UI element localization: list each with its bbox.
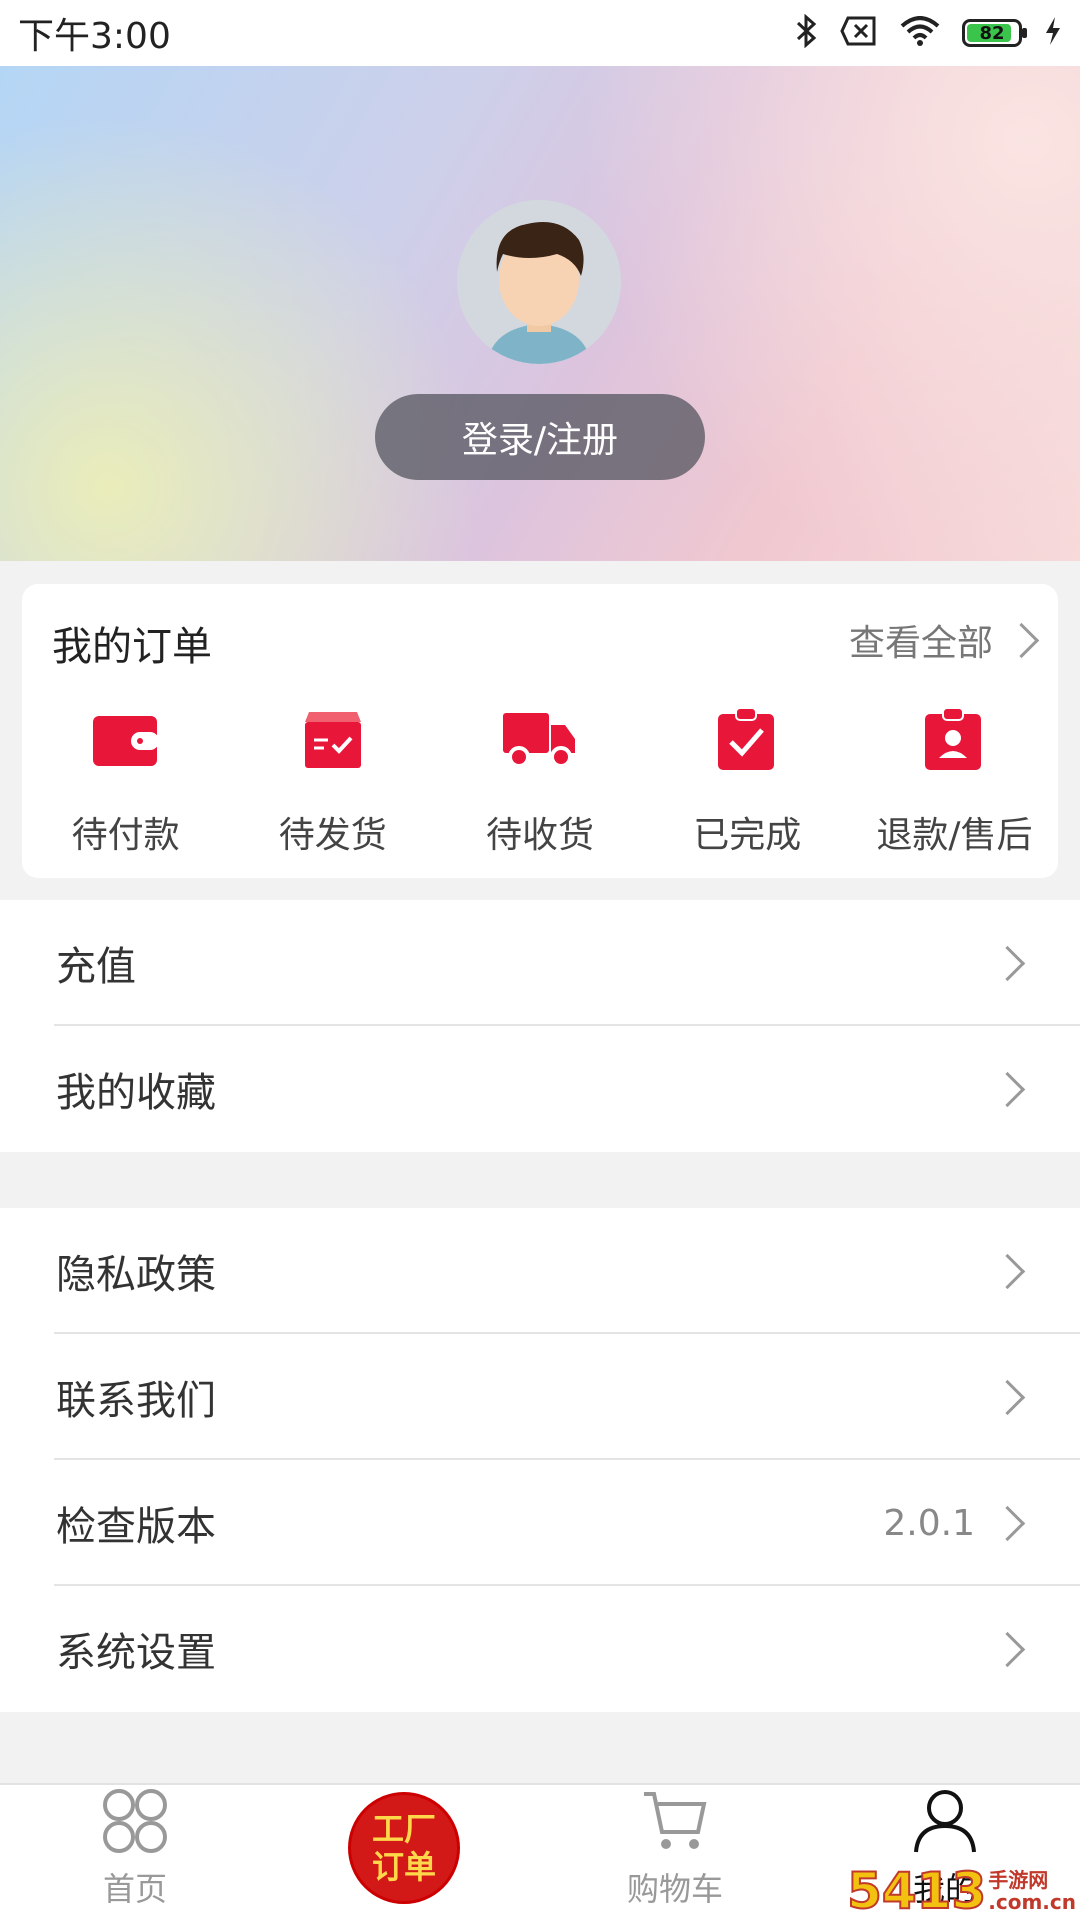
menu-item-label: 联系我们 xyxy=(56,1378,216,1424)
chevron-right-icon xyxy=(989,1379,1026,1415)
menu-group-settings: 隐私政策 联系我们 检查版本 2.0.1 系统设置 xyxy=(0,1208,1080,1712)
tab-home-label: 首页 xyxy=(102,1870,167,1908)
order-status-label: 待收货 xyxy=(486,815,595,856)
menu-group-account: 充值 我的收藏 xyxy=(0,900,1080,1152)
order-status-list: 待付款 待发货 待收货 已完成 退款/售后 xyxy=(22,702,1058,858)
status-icons: 82 xyxy=(794,13,1062,52)
menu-item-label: 检查版本 xyxy=(56,1504,216,1550)
factory-orders-label-line1: 工厂 xyxy=(371,1810,436,1848)
completed-clipboard-icon xyxy=(709,702,785,778)
battery-level: 82 xyxy=(979,22,1005,44)
view-all-orders-link[interactable]: 查看全部 xyxy=(848,614,1040,666)
factory-orders-label-line2: 订单 xyxy=(371,1848,436,1886)
sim-off-icon xyxy=(840,16,878,50)
menu-item-system-settings[interactable]: 系统设置 xyxy=(0,1586,1080,1712)
orders-title: 我的订单 xyxy=(52,624,212,670)
wifi-icon xyxy=(900,16,940,50)
factory-orders-button[interactable]: 工厂 订单 xyxy=(348,1792,460,1904)
profile-header: 登录/注册 xyxy=(0,66,1080,561)
menu-item-label: 系统设置 xyxy=(56,1630,216,1676)
charging-icon xyxy=(1044,16,1062,50)
home-grid-icon xyxy=(102,1788,168,1858)
version-value: 2.0.1 xyxy=(883,1502,975,1544)
order-status-label: 待发货 xyxy=(278,815,387,856)
battery-icon: 82 xyxy=(962,19,1027,47)
order-status-label: 待付款 xyxy=(71,815,180,856)
menu-item-label: 隐私政策 xyxy=(56,1252,216,1298)
menu-item-contact-us[interactable]: 联系我们 xyxy=(0,1334,1080,1460)
order-status-pending-payment[interactable]: 待付款 xyxy=(22,702,229,858)
chevron-right-icon xyxy=(989,1631,1026,1667)
site-watermark: 5413 手游网 .com.cn xyxy=(846,1862,1076,1920)
view-all-label: 查看全部 xyxy=(848,623,993,664)
truck-icon xyxy=(502,702,578,778)
tab-home[interactable]: 首页 xyxy=(0,1785,270,1920)
watermark-text: 手游网 xyxy=(988,1868,1049,1892)
status-time: 下午3:00 xyxy=(18,16,171,57)
watermark-domain: .com.cn xyxy=(988,1890,1076,1914)
chevron-right-icon xyxy=(1003,622,1040,658)
chevron-right-icon xyxy=(989,945,1026,981)
chevron-right-icon xyxy=(989,1505,1026,1541)
menu-item-check-version[interactable]: 检查版本 2.0.1 xyxy=(0,1460,1080,1586)
default-avatar-icon xyxy=(457,200,621,364)
login-register-button[interactable]: 登录/注册 xyxy=(375,394,705,480)
menu-item-favorites[interactable]: 我的收藏 xyxy=(0,1026,1080,1152)
tab-cart-label: 购物车 xyxy=(626,1870,723,1908)
menu-item-label: 我的收藏 xyxy=(56,1070,216,1116)
order-status-pending-receipt[interactable]: 待收货 xyxy=(436,702,643,858)
my-orders-card: 我的订单 查看全部 待付款 待发货 待收货 已完成 退款/售后 xyxy=(22,584,1058,878)
user-icon xyxy=(912,1788,978,1858)
menu-item-label: 充值 xyxy=(56,944,136,990)
chevron-right-icon xyxy=(989,1071,1026,1107)
menu-item-privacy-policy[interactable]: 隐私政策 xyxy=(0,1208,1080,1334)
status-bar: 下午3:00 82 xyxy=(0,0,1080,66)
order-status-refund[interactable]: 退款/售后 xyxy=(851,702,1058,858)
cart-icon xyxy=(642,1788,708,1858)
order-status-pending-shipment[interactable]: 待发货 xyxy=(229,702,436,858)
order-status-completed[interactable]: 已完成 xyxy=(644,702,851,858)
refund-clipboard-icon xyxy=(916,702,992,778)
avatar[interactable] xyxy=(457,200,621,364)
order-status-label: 已完成 xyxy=(693,815,802,856)
chevron-right-icon xyxy=(989,1253,1026,1289)
watermark-number: 5413 xyxy=(846,1862,987,1920)
tab-cart[interactable]: 购物车 xyxy=(540,1785,810,1920)
package-icon xyxy=(295,702,371,778)
order-status-label: 退款/售后 xyxy=(876,815,1033,856)
menu-item-recharge[interactable]: 充值 xyxy=(0,900,1080,1026)
bluetooth-icon xyxy=(794,13,818,52)
wallet-icon xyxy=(88,702,164,778)
